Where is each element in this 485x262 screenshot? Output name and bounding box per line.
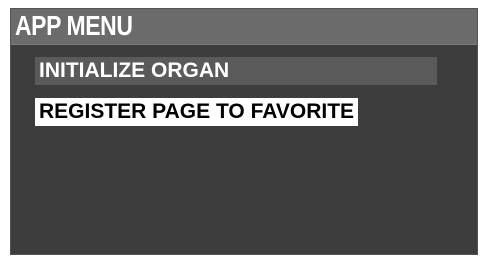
menu-item-register-page-to-favorite[interactable]: REGISTER PAGE TO FAVORITE — [35, 98, 359, 126]
menu-item-initialize-organ[interactable]: INITIALIZE ORGAN — [35, 57, 437, 85]
app-menu-screen: APP MENU INITIALIZE ORGAN REGISTER PAGE … — [10, 8, 478, 255]
page-title: APP MENU — [15, 10, 133, 41]
title-bar: APP MENU — [11, 9, 477, 45]
